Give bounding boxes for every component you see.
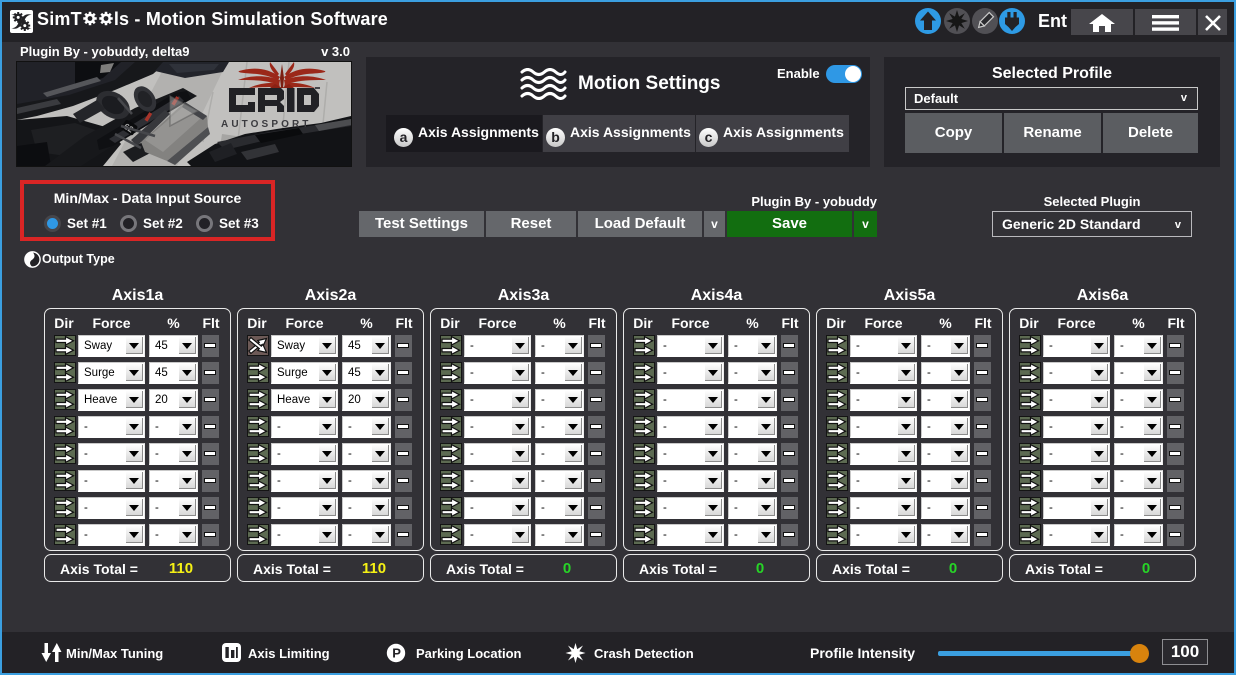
svg-text:P: P (392, 646, 401, 661)
svg-text:AUTOSPORT: AUTOSPORT (221, 119, 312, 130)
